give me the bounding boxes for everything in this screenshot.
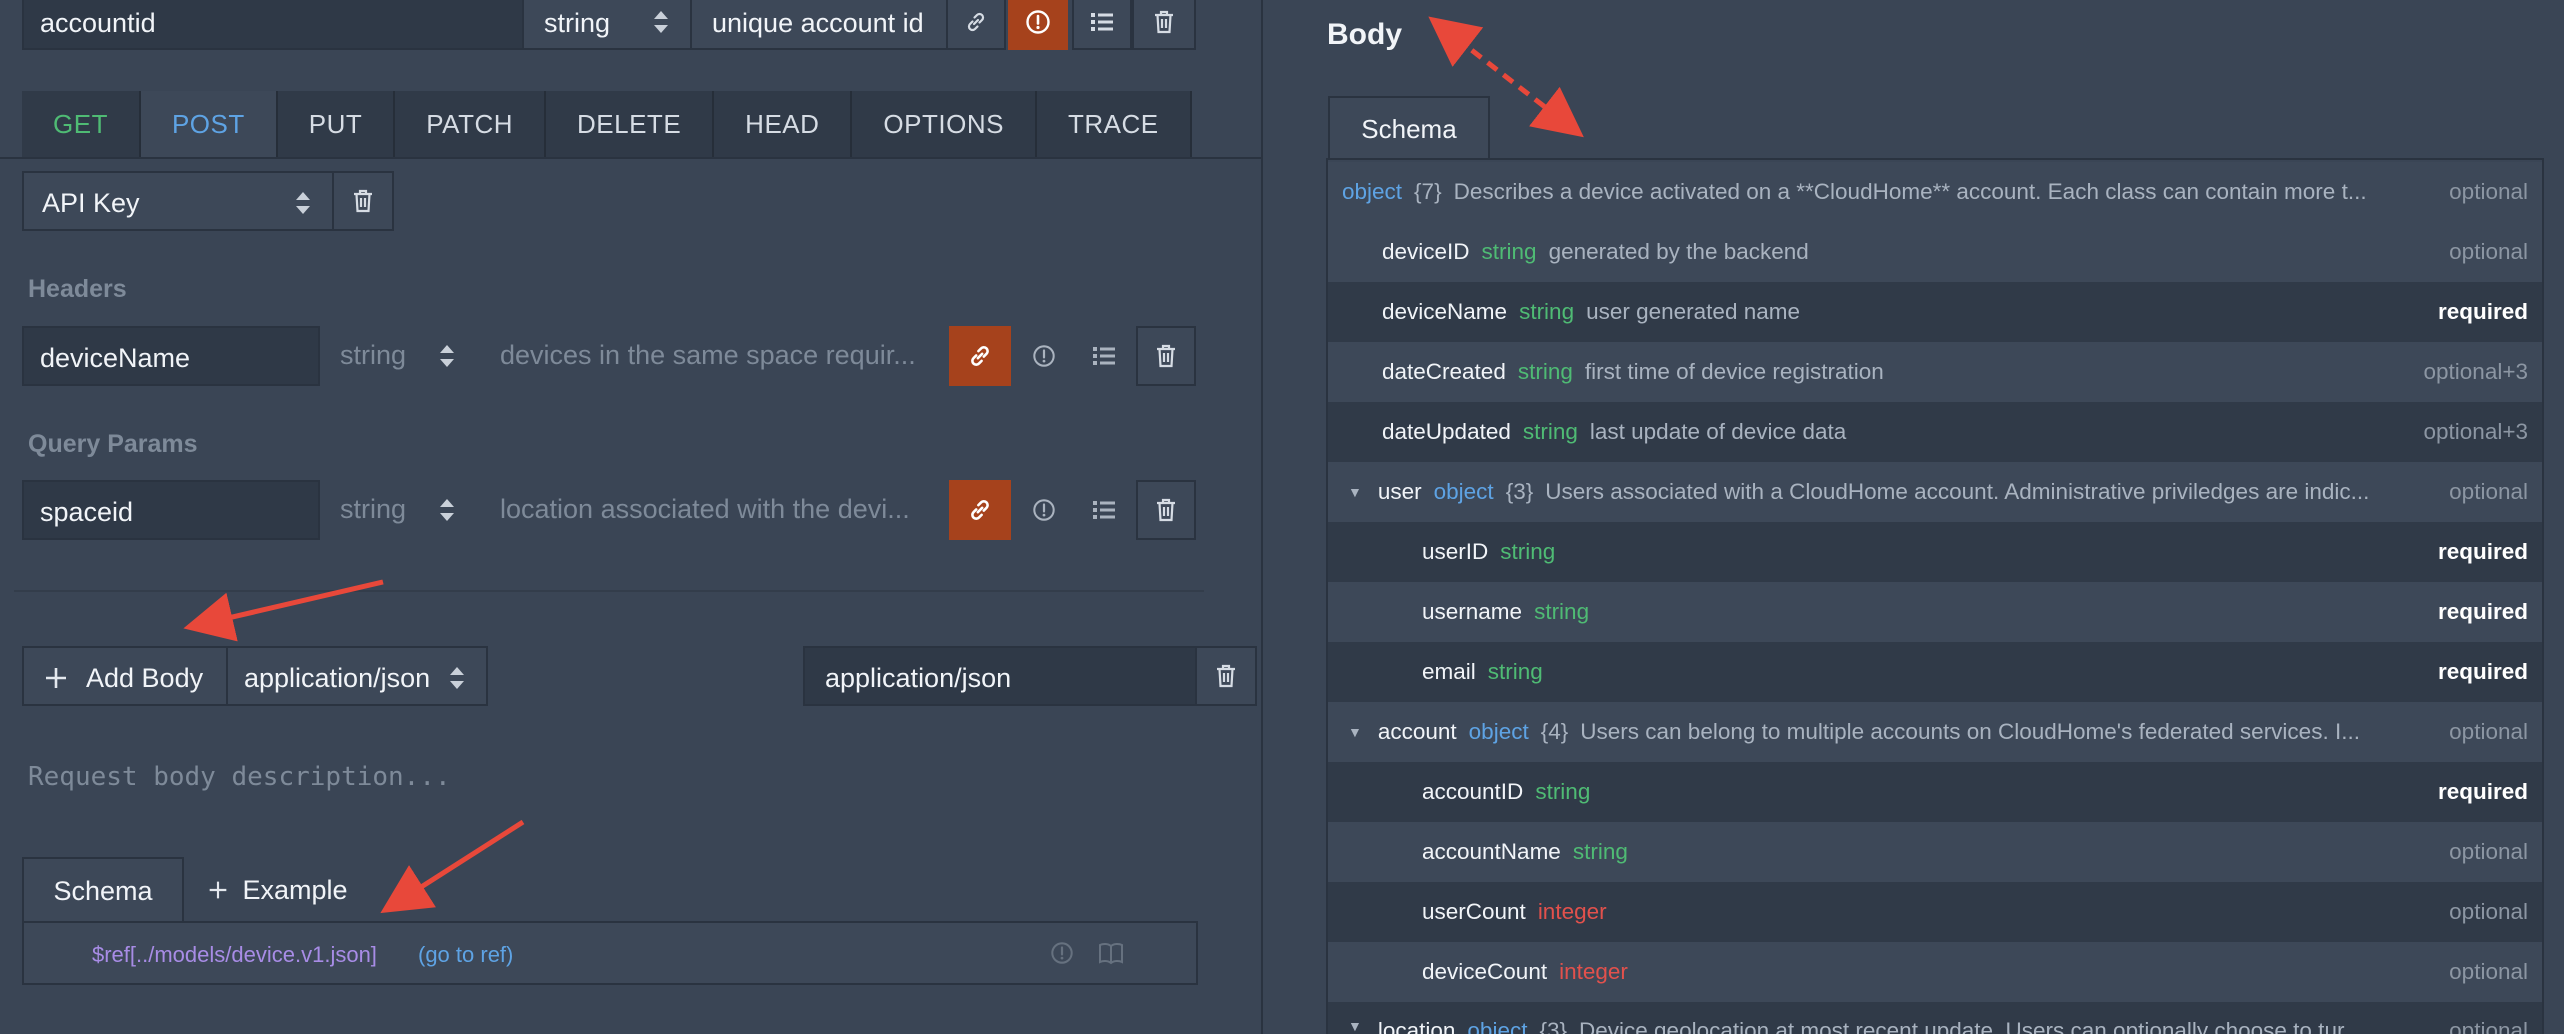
annotation-arrows xyxy=(183,16,1584,914)
arrow-body-to-schema xyxy=(1428,16,1584,138)
arrow-to-example-tab xyxy=(380,819,525,914)
arrow-to-add-body xyxy=(183,579,384,642)
